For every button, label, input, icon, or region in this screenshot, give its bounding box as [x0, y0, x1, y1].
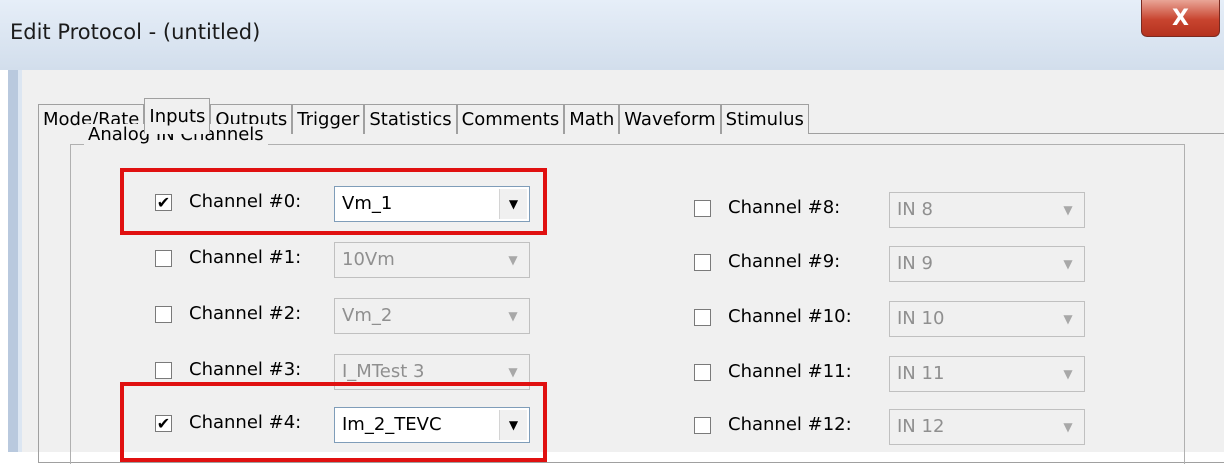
- channel-2-checkbox[interactable]: [155, 306, 172, 323]
- highlight-box-channel-4: [120, 382, 547, 462]
- tab-waveform[interactable]: Waveform: [619, 104, 721, 134]
- channel-3-label: Channel #3:: [189, 359, 302, 380]
- channel-12-select[interactable]: IN 12 ▼: [889, 409, 1085, 445]
- channel-11-label: Channel #11:: [728, 361, 852, 382]
- channel-1-select[interactable]: 10Vm ▼: [334, 242, 530, 278]
- channel-2-label: Channel #2:: [189, 303, 302, 324]
- channel-11-value: IN 11: [897, 363, 945, 384]
- chevron-down-icon[interactable]: ▼: [1054, 304, 1082, 334]
- channel-11-select[interactable]: IN 11 ▼: [889, 356, 1085, 392]
- highlight-box-channel-0: [120, 168, 547, 235]
- tab-stimulus[interactable]: Stimulus: [720, 104, 809, 134]
- channel-2-select[interactable]: Vm_2 ▼: [334, 298, 530, 334]
- channel-3-value: I_MTest 3: [342, 361, 425, 382]
- channel-1-value: 10Vm: [342, 249, 395, 270]
- channel-10-checkbox[interactable]: [694, 309, 711, 326]
- channel-10-label: Channel #10:: [728, 306, 852, 327]
- channel-10-select[interactable]: IN 10 ▼: [889, 301, 1085, 337]
- chevron-down-icon[interactable]: ▼: [1054, 195, 1082, 225]
- title-bar: Edit Protocol - (untitled) X: [0, 0, 1224, 70]
- channel-9-select[interactable]: IN 9 ▼: [889, 246, 1085, 282]
- channel-9-label: Channel #9:: [728, 251, 841, 272]
- tab-strip: Mode/Rate Inputs Outputs Trigger Statist…: [38, 98, 809, 134]
- channel-8-select[interactable]: IN 8 ▼: [889, 192, 1085, 228]
- channel-9-value: IN 9: [897, 253, 933, 274]
- channel-8-checkbox[interactable]: [694, 200, 711, 217]
- channel-3-checkbox[interactable]: [155, 362, 172, 379]
- channel-12-label: Channel #12:: [728, 414, 852, 435]
- tab-trigger[interactable]: Trigger: [292, 104, 365, 134]
- tab-statistics[interactable]: Statistics: [364, 104, 457, 134]
- close-button[interactable]: X: [1141, 0, 1220, 37]
- chevron-down-icon[interactable]: ▼: [1054, 412, 1082, 442]
- channel-12-value: IN 12: [897, 416, 945, 437]
- channel-8-label: Channel #8:: [728, 197, 841, 218]
- channel-1-label: Channel #1:: [189, 247, 302, 268]
- channel-10-value: IN 10: [897, 308, 945, 329]
- channel-2-value: Vm_2: [342, 305, 393, 326]
- close-icon: X: [1172, 5, 1189, 31]
- tab-math[interactable]: Math: [564, 104, 620, 134]
- channel-1-checkbox[interactable]: [155, 250, 172, 267]
- channel-9-checkbox[interactable]: [694, 254, 711, 271]
- window-title: Edit Protocol - (untitled): [10, 20, 261, 44]
- chevron-down-icon[interactable]: ▼: [1054, 249, 1082, 279]
- chevron-down-icon[interactable]: ▼: [499, 301, 527, 331]
- tab-comments[interactable]: Comments: [456, 104, 565, 134]
- chevron-down-icon[interactable]: ▼: [1054, 359, 1082, 389]
- channel-8-value: IN 8: [897, 199, 933, 220]
- channel-11-checkbox[interactable]: [694, 364, 711, 381]
- channel-12-checkbox[interactable]: [694, 417, 711, 434]
- tab-inputs[interactable]: Inputs: [144, 98, 211, 134]
- chevron-down-icon[interactable]: ▼: [499, 245, 527, 275]
